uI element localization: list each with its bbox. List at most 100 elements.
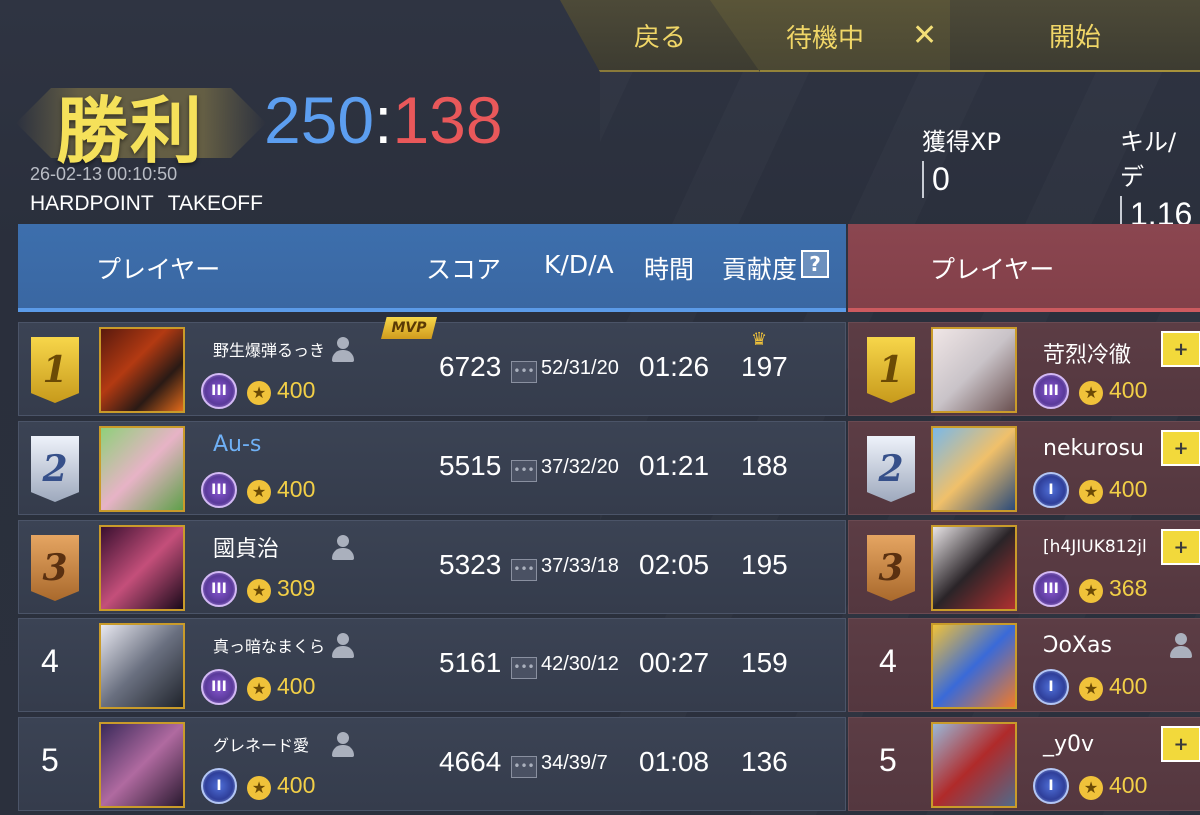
player-contribution: 136 xyxy=(741,746,788,777)
player-avatar[interactable] xyxy=(931,525,1017,611)
player-kda: 42/30/12 xyxy=(541,653,619,675)
star-icon: ★ xyxy=(247,776,271,800)
player-kda: 34/39/7 xyxy=(541,752,608,774)
xp-value: 0 xyxy=(922,161,1001,198)
red-player-row[interactable]: 4 ƆoXas I ★ 400 xyxy=(848,618,1200,712)
player-time: 00:27 xyxy=(639,647,710,678)
blue-player-row[interactable]: 5 グレネード愛 I ★ 400 4664 ••• 34/39/7 01:08 … xyxy=(18,717,846,811)
rank-tier-icon: III xyxy=(1033,571,1069,607)
blue-team-header: プレイヤー スコア K/D/A 時間 貢献度? xyxy=(18,224,846,312)
map-name: TAKEOFF xyxy=(167,192,263,215)
close-icon[interactable]: ✕ xyxy=(912,18,937,53)
rank-number: 5 xyxy=(41,742,59,778)
col-kda: K/D/A xyxy=(544,250,614,279)
col-contribution: 貢献度? xyxy=(722,250,830,286)
top-bar: 戻る 待機中 ✕ 開始 xyxy=(560,0,1200,72)
match-datetime: 26-02-13 00:10:50 xyxy=(30,164,178,184)
rank-badge-icon: 1 xyxy=(867,337,915,403)
xp-label: 獲得XP xyxy=(922,128,1001,156)
contribution-label: 貢献度 xyxy=(722,255,798,284)
red-player-row[interactable]: 3 [h4JIUK812jl + III ★ 368 xyxy=(848,520,1200,614)
player-avatar[interactable] xyxy=(99,722,185,808)
player-name: 苛烈冷徹 xyxy=(1043,343,1132,368)
col-time: 時間 xyxy=(644,255,695,284)
mvp-badge: MVP xyxy=(381,317,437,339)
friend-status-icon[interactable] xyxy=(1167,631,1195,659)
star-icon: ★ xyxy=(247,480,271,504)
friend-status-icon[interactable] xyxy=(329,335,357,363)
col-player: プレイヤー xyxy=(96,255,221,284)
player-avatar[interactable] xyxy=(99,327,185,413)
kd-label: キル/デ xyxy=(1120,128,1177,191)
add-friend-button[interactable]: + xyxy=(1161,726,1200,762)
player-avatar[interactable] xyxy=(99,525,185,611)
red-player-row[interactable]: 5 _y0v + I ★ 400 xyxy=(848,717,1200,811)
player-avatar[interactable] xyxy=(931,722,1017,808)
player-avatar[interactable] xyxy=(931,327,1017,413)
start-button[interactable]: 開始 xyxy=(950,0,1200,72)
blue-player-row[interactable]: 4 真っ暗なまくら III ★ 400 5161 ••• 42/30/12 00… xyxy=(18,618,846,712)
player-kda: 37/33/18 xyxy=(541,555,619,577)
kda-details-icon[interactable]: ••• xyxy=(511,460,537,482)
score-separator: : xyxy=(374,83,393,157)
player-avatar[interactable] xyxy=(99,623,185,709)
friend-status-icon[interactable] xyxy=(329,631,357,659)
player-level: 400 xyxy=(277,476,316,502)
star-icon: ★ xyxy=(1079,480,1103,504)
kda-details-icon[interactable]: ••• xyxy=(511,756,537,778)
red-player-row[interactable]: 2 nekurosu + I ★ 400 xyxy=(848,421,1200,515)
star-icon: ★ xyxy=(247,677,271,701)
red-score: 138 xyxy=(392,83,503,157)
player-avatar[interactable] xyxy=(931,426,1017,512)
add-friend-button[interactable]: + xyxy=(1161,529,1200,565)
help-icon[interactable]: ? xyxy=(801,250,830,278)
player-level: 368 xyxy=(1109,575,1148,601)
blue-player-row[interactable]: 1 野生爆弾るっき III ★ 400 MVP 6723 ••• 52/31/2… xyxy=(18,317,846,416)
player-kda: 52/31/20 xyxy=(541,357,619,379)
player-score: 6723 xyxy=(439,351,502,382)
blue-player-row[interactable]: 2 Au-s III ★ 400 5515 ••• 37/32/20 01:21… xyxy=(18,421,846,515)
rank-tier-icon: III xyxy=(201,472,237,508)
xp-stat: 獲得XP 0 xyxy=(922,122,1001,198)
rank-number: 4 xyxy=(41,643,59,679)
rank-tier-icon: III xyxy=(1033,373,1069,409)
star-icon: ★ xyxy=(247,381,271,405)
blue-player-row[interactable]: 3 國貞治 III ★ 309 5323 ••• 37/33/18 02:05 … xyxy=(18,520,846,614)
red-player-row[interactable]: 1 苛烈冷徹 + III ★ 400 xyxy=(848,322,1200,416)
add-friend-button[interactable]: + xyxy=(1161,331,1200,367)
player-level: 309 xyxy=(277,575,316,601)
player-time: 01:26 xyxy=(639,351,710,382)
add-friend-button[interactable]: + xyxy=(1161,430,1200,466)
star-icon: ★ xyxy=(1079,579,1103,603)
player-level: 400 xyxy=(1109,377,1148,403)
player-avatar[interactable] xyxy=(931,623,1017,709)
kda-details-icon[interactable]: ••• xyxy=(511,559,537,581)
player-name: nekurosu xyxy=(1043,436,1144,461)
rank-tier-icon: I xyxy=(201,768,237,804)
player-contribution: 159 xyxy=(741,647,788,678)
player-avatar[interactable] xyxy=(99,426,185,512)
player-name: ƆoXas xyxy=(1043,633,1112,658)
col-score: スコア xyxy=(426,255,502,284)
rank-badge-icon: 2 xyxy=(31,436,79,502)
kda-details-icon[interactable]: ••• xyxy=(511,657,537,679)
player-time: 01:21 xyxy=(639,450,710,481)
rank-tier-icon: I xyxy=(1033,768,1069,804)
add-friend-icon: + xyxy=(1173,437,1189,459)
player-level: 400 xyxy=(277,673,316,699)
player-score: 4664 xyxy=(439,746,502,777)
kda-details-icon[interactable]: ••• xyxy=(511,361,537,383)
friend-status-icon[interactable] xyxy=(329,730,357,758)
player-name: 野生爆弾るっき xyxy=(213,341,326,360)
player-contribution: 188 xyxy=(741,450,788,481)
rank-number: 4 xyxy=(879,643,897,679)
player-score: 5323 xyxy=(439,549,502,580)
player-score: 5161 xyxy=(439,647,502,678)
rank-badge-icon: 1 xyxy=(31,337,79,403)
friend-status-icon[interactable] xyxy=(329,533,357,561)
rank-tier-icon: III xyxy=(201,373,237,409)
kd-stat: キル/デ 1.16 xyxy=(1120,122,1200,233)
add-friend-icon: + xyxy=(1173,338,1189,360)
player-name: [h4JIUK812jl xyxy=(1043,537,1147,557)
rank-tier-icon: III xyxy=(201,571,237,607)
